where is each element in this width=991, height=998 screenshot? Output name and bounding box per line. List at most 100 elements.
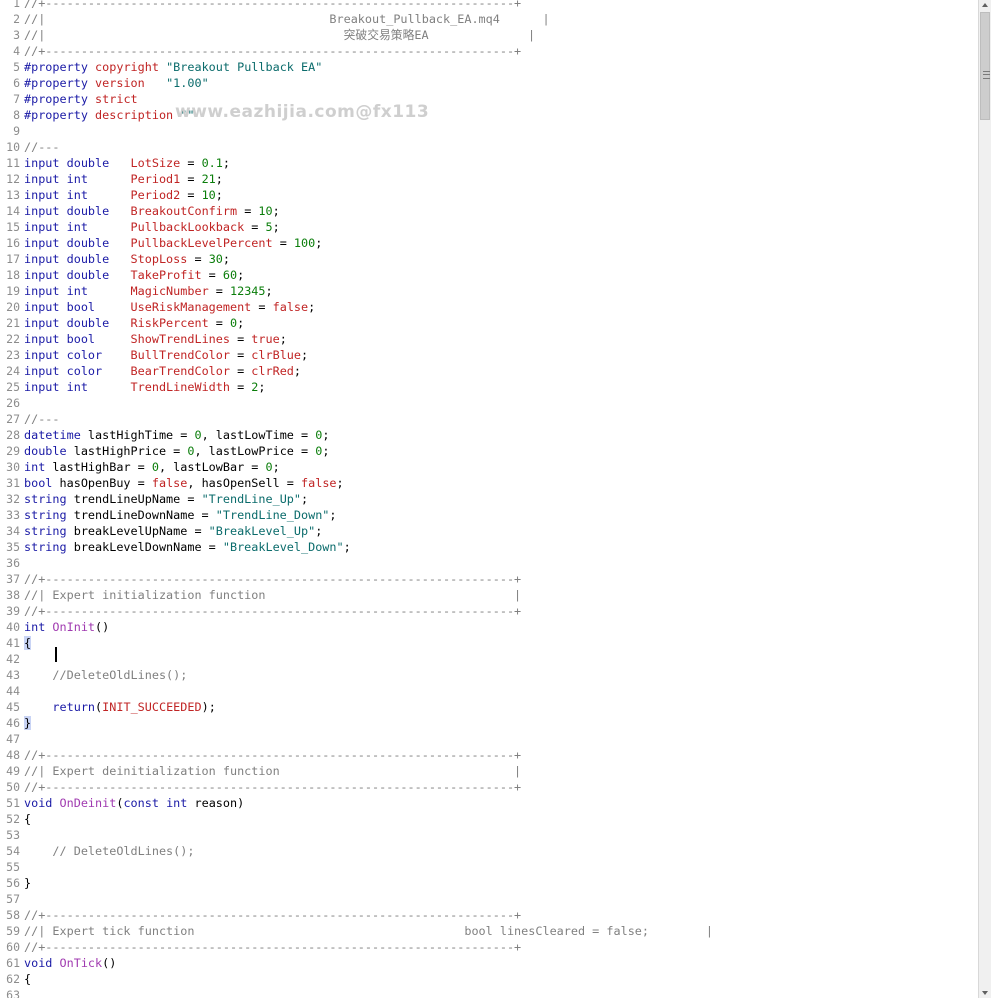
code-token: { bbox=[24, 636, 32, 650]
code-line[interactable]: 15 input int PullbackLookback = 5; bbox=[0, 219, 978, 235]
code-line[interactable]: 54 // DeleteOldLines(); bbox=[0, 843, 978, 859]
code-line[interactable]: 19 input int MagicNumber = 12345; bbox=[0, 283, 978, 299]
code-token: = bbox=[208, 284, 230, 298]
code-line[interactable]: 51 void OnDeinit(const int reason) bbox=[0, 795, 978, 811]
code-line[interactable]: 53 bbox=[0, 827, 978, 843]
code-line[interactable]: 22 input bool ShowTrendLines = true; bbox=[0, 331, 978, 347]
line-number: 36 bbox=[6, 556, 20, 570]
code-line[interactable]: 63 bbox=[0, 987, 978, 998]
code-line[interactable]: 24 input color BearTrendColor = clrRed; bbox=[0, 363, 978, 379]
code-line[interactable]: 28 datetime lastHighTime = 0, lastLowTime… bbox=[0, 427, 978, 443]
line-number: 37 bbox=[6, 572, 20, 586]
code-line[interactable]: 45 return(INIT_SUCCEEDED); bbox=[0, 699, 978, 715]
code-token: input double bbox=[24, 252, 131, 266]
code-line[interactable]: 48 //+-----------------------------------… bbox=[0, 747, 978, 763]
code-line[interactable]: 44 bbox=[0, 683, 978, 699]
code-line[interactable]: 3 //| 突破交易策略EA | bbox=[0, 27, 978, 43]
line-number: 44 bbox=[6, 684, 20, 698]
code-token: string bbox=[24, 492, 74, 506]
code-line[interactable]: 59 //| Expert tick function bool linesCle… bbox=[0, 923, 978, 939]
code-line[interactable]: 58 //+-----------------------------------… bbox=[0, 907, 978, 923]
code-line[interactable]: 25 input int TrendLineWidth = 2; bbox=[0, 379, 978, 395]
code-line[interactable]: 37 //+-----------------------------------… bbox=[0, 571, 978, 587]
code-line[interactable]: 8 #property description "" bbox=[0, 107, 978, 123]
code-line[interactable]: 21 input double RiskPercent = 0; bbox=[0, 315, 978, 331]
code-token: = bbox=[187, 252, 209, 266]
code-line[interactable]: 29 double lastHighPrice = 0, lastLowPrice… bbox=[0, 443, 978, 459]
code-line[interactable]: 27 //--- bbox=[0, 411, 978, 427]
code-token: input color bbox=[24, 348, 131, 362]
code-line[interactable]: 57 bbox=[0, 891, 978, 907]
line-number: 51 bbox=[6, 796, 20, 810]
code-line[interactable]: 38 //| Expert initialization function | bbox=[0, 587, 978, 603]
code-line[interactable]: 33 string trendLineDownName = "TrendLine_… bbox=[0, 507, 978, 523]
code-text: void OnDeinit(const int reason) bbox=[24, 795, 244, 811]
scroll-up-arrow-icon[interactable] bbox=[982, 3, 988, 7]
code-token: BearTrendColor bbox=[130, 364, 230, 378]
code-line[interactable]: 13 input int Period2 = 10; bbox=[0, 187, 978, 203]
code-line[interactable]: 12 input int Period1 = 21; bbox=[0, 171, 978, 187]
code-line[interactable]: 55 bbox=[0, 859, 978, 875]
code-line[interactable]: 7 #property strict bbox=[0, 91, 978, 107]
code-line[interactable]: 42 bbox=[0, 651, 978, 667]
line-number: 15 bbox=[6, 220, 20, 234]
code-line[interactable]: 40 int OnInit() bbox=[0, 619, 978, 635]
code-text: void OnTick() bbox=[24, 955, 116, 971]
line-number: 17 bbox=[6, 252, 20, 266]
code-line[interactable]: 17 input double StopLoss = 30; bbox=[0, 251, 978, 267]
code-line[interactable]: 62 { bbox=[0, 971, 978, 987]
code-line[interactable]: 30 int lastHighBar = 0, lastLowBar = 0; bbox=[0, 459, 978, 475]
code-line[interactable]: 10 //--- bbox=[0, 139, 978, 155]
code-line[interactable]: 2 //| Breakout_Pullback_EA.mq4 | bbox=[0, 11, 978, 27]
code-line[interactable]: 5 #property copyright "Breakout Pullback … bbox=[0, 59, 978, 75]
code-token: double bbox=[24, 444, 74, 458]
scrollbar-thumb[interactable] bbox=[980, 12, 990, 120]
code-line[interactable]: 16 input double PullbackLevelPercent = 10… bbox=[0, 235, 978, 251]
code-token: description bbox=[95, 108, 181, 122]
scroll-down-arrow-icon[interactable] bbox=[982, 991, 988, 995]
code-line[interactable]: 4 //+------------------------------------… bbox=[0, 43, 978, 59]
code-token: ; bbox=[237, 268, 245, 282]
code-line[interactable]: 31 bool hasOpenBuy = false, hasOpenSell =… bbox=[0, 475, 978, 491]
code-token: 21 bbox=[201, 172, 216, 186]
code-line[interactable]: 50 //+-----------------------------------… bbox=[0, 779, 978, 795]
line-number: 34 bbox=[6, 524, 20, 538]
code-token: lastHighTime = bbox=[87, 428, 195, 442]
code-line[interactable]: 46} bbox=[0, 715, 978, 731]
code-line[interactable]: 61 void OnTick() bbox=[0, 955, 978, 971]
code-token: reason) bbox=[194, 796, 245, 810]
code-text: #property strict bbox=[24, 91, 138, 107]
vertical-scrollbar[interactable] bbox=[978, 0, 991, 998]
code-line[interactable]: 1 //+------------------------------------… bbox=[0, 0, 978, 11]
code-text: input double TakeProfit = 60; bbox=[24, 267, 244, 283]
code-line[interactable]: 41 { bbox=[0, 635, 978, 651]
code-line[interactable]: 6 #property version "1.00" bbox=[0, 75, 978, 91]
code-token: ; bbox=[258, 380, 266, 394]
code-line[interactable]: 23 input color BullTrendColor = clrBlue; bbox=[0, 347, 978, 363]
code-token: copyright bbox=[95, 60, 167, 74]
code-line[interactable]: 14 input double BreakoutConfirm = 10; bbox=[0, 203, 978, 219]
code-line[interactable]: 20 input bool UseRiskManagement = false; bbox=[0, 299, 978, 315]
code-line[interactable]: 56} bbox=[0, 875, 978, 891]
code-line[interactable]: 43 //DeleteOldLines(); bbox=[0, 667, 978, 683]
line-number: 23 bbox=[6, 348, 20, 362]
code-line[interactable]: 36 bbox=[0, 555, 978, 571]
code-line[interactable]: 32 string trendLineUpName = "TrendLine_Up… bbox=[0, 491, 978, 507]
code-line[interactable]: 34 string breakLevelUpName = "BreakLevel_… bbox=[0, 523, 978, 539]
code-line[interactable]: 52 { bbox=[0, 811, 978, 827]
code-token: #property bbox=[24, 92, 96, 106]
code-line[interactable]: 49 //| Expert deinitialization function | bbox=[0, 763, 978, 779]
code-editor[interactable]: 1 //+------------------------------------… bbox=[0, 0, 978, 998]
code-line[interactable]: 26 bbox=[0, 395, 978, 411]
code-line[interactable]: 9 bbox=[0, 123, 978, 139]
code-text: double lastHighPrice = 0, lastLowPrice =… bbox=[24, 443, 329, 459]
code-line[interactable]: 60 //+-----------------------------------… bbox=[0, 939, 978, 955]
code-line[interactable]: 11 input double LotSize = 0.1; bbox=[0, 155, 978, 171]
code-token: //+-------------------------------------… bbox=[24, 44, 522, 58]
code-line[interactable]: 18 input double TakeProfit = 60; bbox=[0, 267, 978, 283]
code-line[interactable]: 35 string breakLevelDownName = "BreakLeve… bbox=[0, 539, 978, 555]
code-text: //+-------------------------------------… bbox=[24, 907, 521, 923]
code-token: ; bbox=[322, 444, 330, 458]
code-line[interactable]: 47 bbox=[0, 731, 978, 747]
code-line[interactable]: 39 //+-----------------------------------… bbox=[0, 603, 978, 619]
